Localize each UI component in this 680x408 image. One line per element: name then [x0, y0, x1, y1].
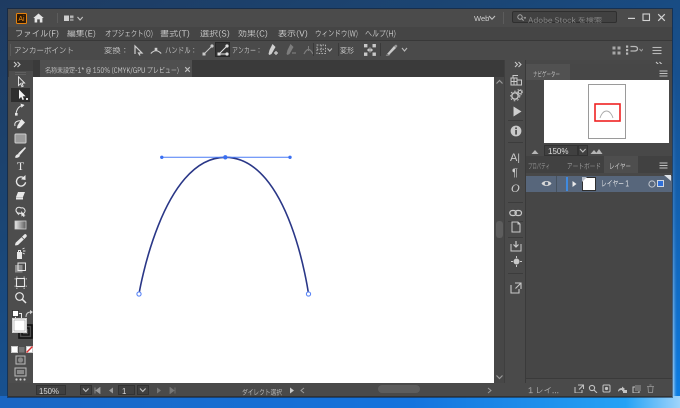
svg-text:Ai: Ai: [18, 16, 25, 23]
